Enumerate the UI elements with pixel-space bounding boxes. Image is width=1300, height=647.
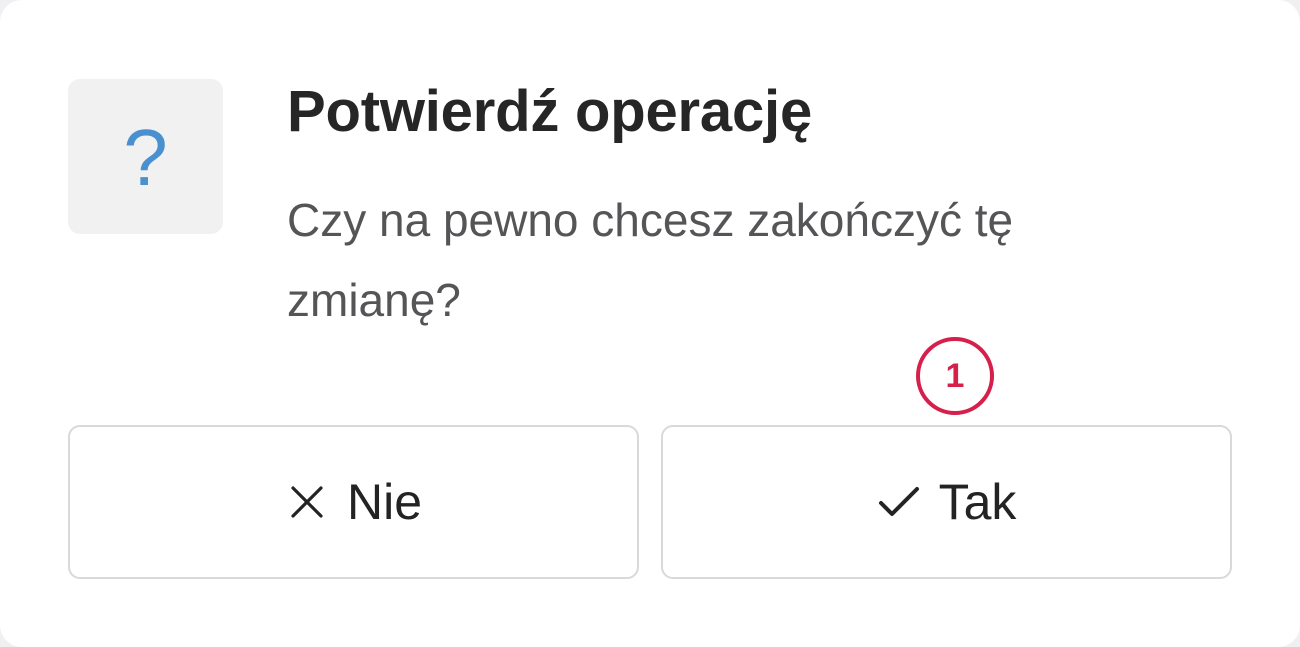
confirm-dialog: ? Potwierdź operację Czy na pewno chcesz… [0, 0, 1300, 647]
dialog-message: Czy na pewno chcesz zakończyć tę zmianę? [287, 194, 1014, 326]
question-mark-icon: ? [123, 112, 168, 202]
no-button-label: Nie [346, 474, 423, 530]
close-icon [285, 480, 329, 524]
yes-button[interactable]: Tak [661, 425, 1232, 579]
dialog-title: Potwierdź operację [287, 79, 812, 144]
check-icon [877, 480, 921, 524]
yes-button-label: Tak [938, 474, 1017, 530]
question-icon-box: ? [68, 79, 223, 234]
no-button[interactable]: Nie [68, 425, 639, 579]
annotation-badge: 1 [916, 337, 994, 415]
